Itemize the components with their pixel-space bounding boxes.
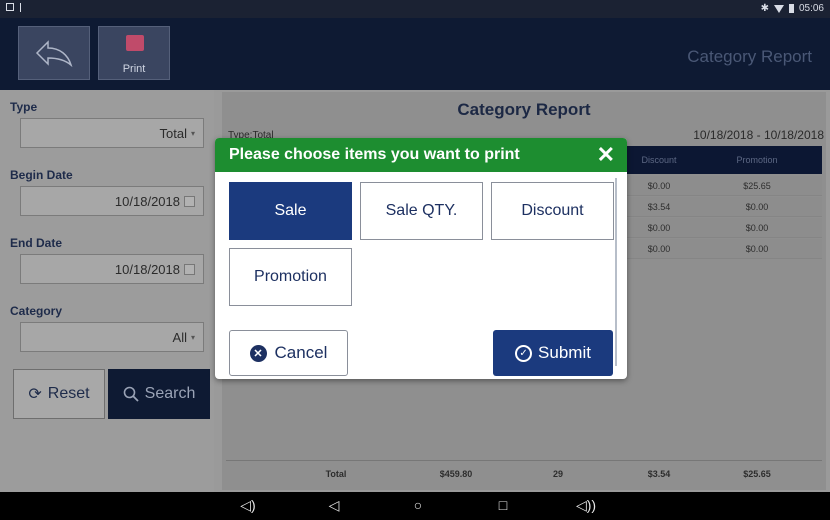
option-sale[interactable]: Sale <box>229 182 352 240</box>
clock: 05:06 <box>798 3 824 14</box>
app-header: Print Category Report <box>0 18 830 90</box>
cell-promotion: $25.65 <box>743 181 771 191</box>
system-nav-bar: ◁) ◁ ○ □ ◁)) <box>0 492 830 520</box>
bluetooth-icon: ✱ <box>760 3 769 14</box>
option-sale-qty[interactable]: Sale QTY. <box>360 182 483 240</box>
option-discount[interactable]: Discount <box>491 182 614 240</box>
begin-date-field[interactable]: 10/18/2018 <box>20 186 204 216</box>
refresh-icon: ⟳ <box>28 386 42 403</box>
type-value: Total <box>159 125 187 141</box>
print-options-dialog: Please choose items you want to print ✕ … <box>215 138 627 379</box>
battery-icon <box>788 4 794 13</box>
begin-date-label: Begin Date <box>10 168 73 182</box>
home-icon[interactable]: ○ <box>408 497 428 513</box>
close-icon[interactable]: ✕ <box>597 142 615 168</box>
cell-discount: $0.00 <box>647 223 671 233</box>
option-promotion[interactable]: Promotion <box>229 248 352 306</box>
column-header-promotion: Promotion <box>736 155 778 165</box>
search-label: Search <box>144 385 196 402</box>
category-label: Category <box>10 304 63 318</box>
submit-button[interactable]: ✓ Submit <box>493 330 613 376</box>
category-value: All <box>172 329 187 345</box>
screenshot-icon <box>6 3 14 11</box>
check-circle-icon: ✓ <box>515 344 533 362</box>
total-promotion: $25.65 <box>743 469 771 479</box>
category-select[interactable]: All ▾ <box>20 322 204 352</box>
column-header-discount: Discount <box>641 155 677 165</box>
total-label: Total <box>325 469 347 479</box>
calendar-icon <box>184 263 195 275</box>
volume-down-icon[interactable]: ◁) <box>238 497 258 514</box>
page-title: Category Report <box>687 47 812 66</box>
total-qty: 29 <box>552 469 563 479</box>
chevron-down-icon: ▾ <box>190 332 195 342</box>
end-date-field[interactable]: 10/18/2018 <box>20 254 204 284</box>
printer-icon <box>126 35 144 51</box>
cancel-button[interactable]: ✕ Cancel <box>229 330 348 376</box>
report-title: Category Report <box>457 100 591 119</box>
type-select[interactable]: Total ▾ <box>20 118 204 148</box>
back-nav-icon[interactable]: ◁ <box>324 497 344 514</box>
cancel-circle-icon: ✕ <box>249 344 267 362</box>
cancel-label: Cancel <box>274 343 328 362</box>
end-date-label: End Date <box>10 236 63 250</box>
calendar-icon <box>184 195 195 207</box>
search-icon <box>123 386 139 402</box>
print-button[interactable]: Print <box>98 26 170 80</box>
submit-label: Submit <box>538 343 591 362</box>
cell-promotion: $0.00 <box>745 223 769 233</box>
scrollbar[interactable] <box>615 178 617 366</box>
recents-icon[interactable]: □ <box>493 497 513 513</box>
cell-promotion: $0.00 <box>745 244 769 254</box>
back-button[interactable] <box>18 26 90 80</box>
cell-discount: $0.00 <box>647 181 671 191</box>
chevron-down-icon: ▾ <box>190 128 195 138</box>
volume-up-icon[interactable]: ◁)) <box>576 497 596 514</box>
totals-row: Total $459.80 29 $3.54 $25.65 <box>226 460 822 486</box>
reset-button[interactable]: ⟳ Reset <box>13 369 105 419</box>
end-date-value: 10/18/2018 <box>114 261 180 277</box>
cell-discount: $3.54 <box>647 202 671 212</box>
upload-icon <box>20 3 21 12</box>
search-button[interactable]: Search <box>108 369 210 419</box>
cell-discount: $0.00 <box>647 244 671 254</box>
wifi-icon <box>773 4 784 13</box>
dialog-header: Please choose items you want to print ✕ <box>215 138 627 172</box>
reset-label: Reset <box>47 385 90 402</box>
print-label: Print <box>122 63 146 75</box>
report-date-range: 10/18/2018 - 10/18/2018 <box>693 128 824 142</box>
status-bar: ✱ 05:06 <box>0 0 830 18</box>
cell-promotion: $0.00 <box>745 202 769 212</box>
filter-panel: Type Total ▾ Begin Date 10/18/2018 End D… <box>0 90 214 492</box>
total-sale: $459.80 <box>439 469 473 479</box>
dialog-title: Please choose items you want to print <box>229 146 520 163</box>
total-discount: $3.54 <box>647 469 671 479</box>
begin-date-value: 10/18/2018 <box>114 193 180 209</box>
back-arrow-icon <box>35 40 73 67</box>
type-label: Type <box>10 100 38 114</box>
